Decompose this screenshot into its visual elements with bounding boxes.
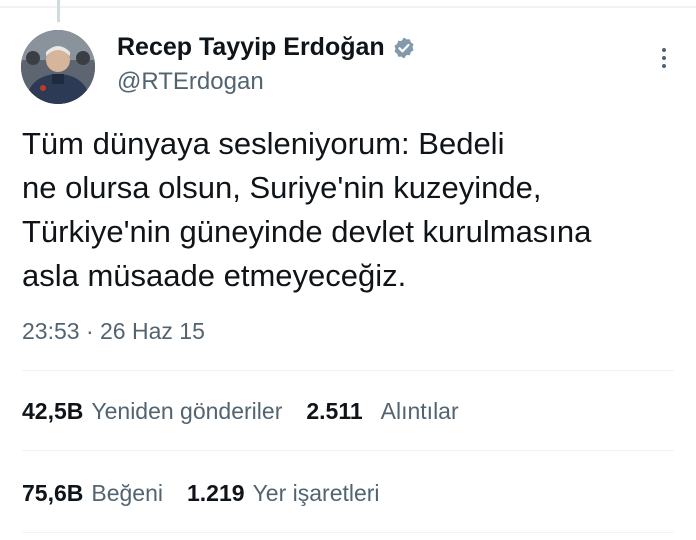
author-name-row[interactable]: Recep Tayyip Erdoğan: [117, 33, 416, 62]
author-handle[interactable]: @RTErdogan: [117, 68, 264, 96]
avatar[interactable]: [21, 30, 95, 104]
tweet-timestamp[interactable]: 23:53 · 26 Haz 15: [22, 318, 205, 345]
reposts-count: 42,5B: [22, 398, 84, 424]
divider: [22, 532, 674, 533]
quotes-stat[interactable]: 2.511 Alıntılar: [306, 398, 458, 425]
bookmarks-stat[interactable]: 1.219 Yer işaretleri: [187, 480, 380, 507]
avatar-image: [21, 30, 95, 104]
likes-label: Beğeni: [91, 480, 163, 506]
reposts-stat[interactable]: 42,5B Yeniden gönderiler: [22, 398, 282, 425]
quotes-label: Alıntılar: [380, 398, 459, 424]
bookmarks-count: 1.219: [187, 480, 245, 506]
divider: [22, 450, 674, 451]
divider: [22, 370, 674, 371]
repost-stats-row: 42,5B Yeniden gönderiler 2.511 Alıntılar: [22, 398, 459, 425]
reposts-label: Yeniden gönderiler: [91, 398, 283, 424]
author-name[interactable]: Recep Tayyip Erdoğan: [117, 33, 385, 62]
bookmarks-label: Yer işaretleri: [252, 480, 380, 506]
thread-connector-line: [57, 0, 60, 22]
like-stats-row: 75,6B Beğeni 1.219 Yer işaretleri: [22, 480, 380, 507]
likes-count: 75,6B: [22, 480, 84, 506]
more-vertical-icon[interactable]: [660, 48, 668, 72]
timestamp-separator: ·: [85, 318, 94, 344]
likes-stat[interactable]: 75,6B Beğeni: [22, 480, 163, 507]
top-divider: [0, 6, 696, 8]
quotes-count: 2.511: [306, 398, 363, 424]
verified-badge-icon: [392, 36, 416, 60]
tweet-time[interactable]: 23:53: [22, 318, 80, 344]
tweet-text: Tüm dünyaya sesleniyorum: Bedeli ne olur…: [22, 126, 592, 293]
tweet-date[interactable]: 26 Haz 15: [100, 318, 205, 344]
